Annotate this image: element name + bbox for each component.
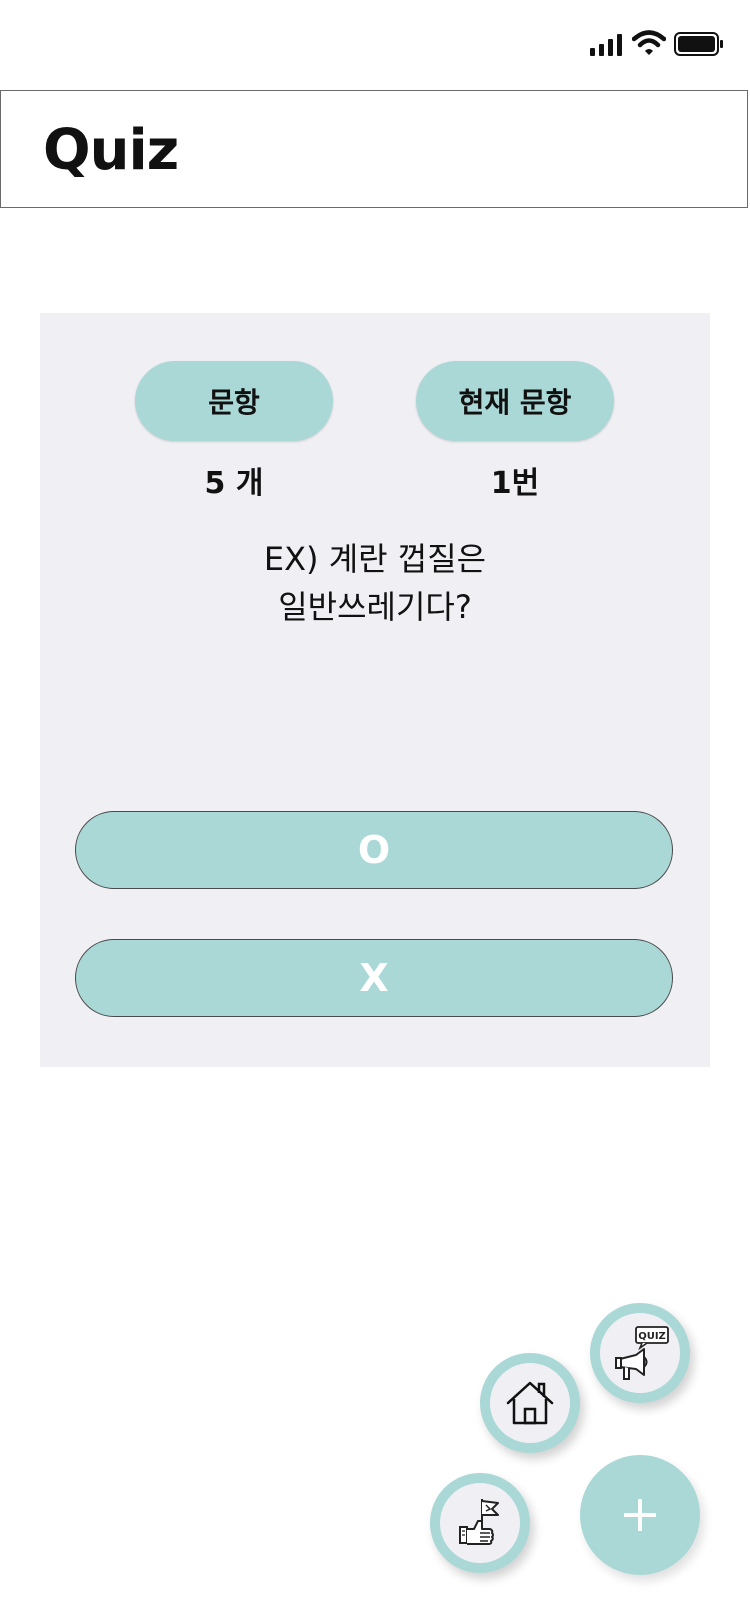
signal-icon bbox=[590, 34, 622, 56]
question-count-label: 문항 bbox=[135, 361, 333, 441]
wifi-icon bbox=[632, 30, 666, 55]
battery-icon bbox=[674, 32, 723, 56]
current-question-label: 현재 문항 bbox=[416, 361, 614, 441]
quiz-fab-button[interactable]: QUIZ bbox=[590, 1303, 690, 1403]
current-question-value: 1번 bbox=[490, 466, 540, 501]
question-line-1: EX) 계란 껍질은 bbox=[263, 540, 487, 578]
quiz-badge-text: QUIZ bbox=[638, 1331, 666, 1342]
answer-x-button[interactable]: X bbox=[75, 939, 673, 1017]
question-text: EX) 계란 껍질은 일반쓰레기다? bbox=[40, 535, 710, 631]
status-bar bbox=[0, 0, 750, 90]
page-title: Quiz bbox=[43, 118, 179, 183]
add-fab-button[interactable] bbox=[580, 1455, 700, 1575]
app-header: Quiz bbox=[0, 90, 748, 208]
quiz-card: 문항 현재 문항 5 개 1번 EX) 계란 껍질은 일반쓰레기다? O X bbox=[40, 313, 710, 1067]
achievement-fab-button[interactable] bbox=[430, 1473, 530, 1573]
question-count-value: 5 개 bbox=[204, 466, 264, 501]
question-line-2: 일반쓰레기다? bbox=[278, 588, 472, 626]
thumbs-up-flag-icon bbox=[459, 1499, 499, 1545]
home-icon bbox=[506, 1381, 554, 1425]
megaphone-quiz-icon: QUIZ bbox=[615, 1326, 669, 1380]
home-fab-button[interactable] bbox=[480, 1353, 580, 1453]
answer-o-button[interactable]: O bbox=[75, 811, 673, 889]
